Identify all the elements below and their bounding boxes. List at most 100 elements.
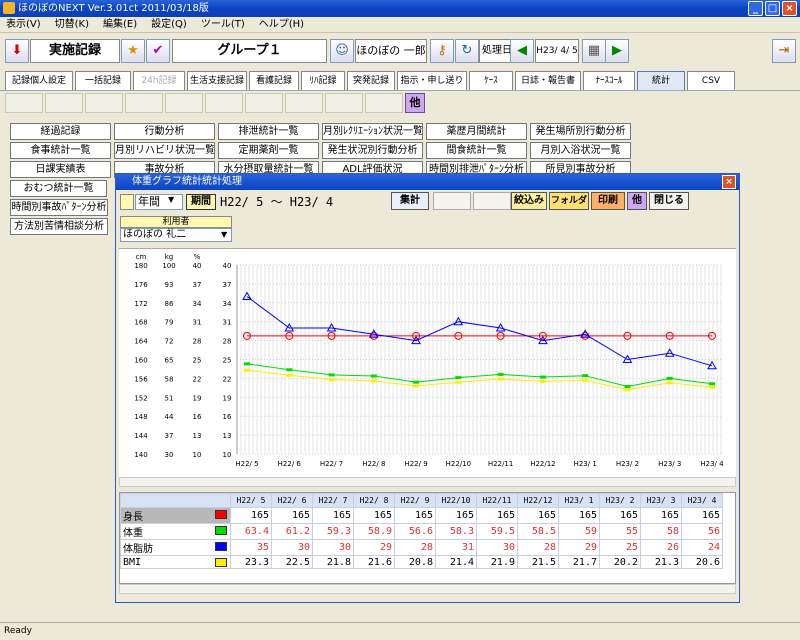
tab-0[interactable]: 記録個人設定 (5, 71, 73, 91)
other-button[interactable]: 他 (405, 93, 425, 113)
tab-7[interactable]: 指示・申し送り (397, 71, 467, 91)
function-button[interactable]: 薬歴月間統計 (426, 123, 527, 140)
data-point (413, 380, 420, 384)
x-tick-label: H22/ 8 (362, 460, 385, 468)
tick-label: 25 (223, 357, 232, 365)
menu-tools[interactable]: ツール(T) (201, 19, 245, 30)
table-scrollbar[interactable] (119, 584, 736, 594)
row-label-cell: 体重 (120, 523, 231, 540)
tick-label: 10 (223, 451, 232, 459)
value-cell: 21.4 (435, 555, 477, 569)
maximize-icon[interactable]: □ (765, 1, 780, 16)
tick-label: 16 (193, 413, 202, 421)
value-cell: 21.5 (517, 555, 559, 569)
menu-edit[interactable]: 編集(E) (103, 19, 137, 30)
function-button[interactable]: 食事統計一覧 (10, 142, 111, 159)
status-text: Ready (4, 626, 32, 636)
tick-label: 160 (134, 357, 147, 365)
column-header: H22/ 7 (312, 493, 354, 508)
tab-5[interactable]: ﾘﾊ記録 (301, 71, 345, 91)
tick-label: 180 (134, 262, 147, 270)
data-point (582, 378, 589, 382)
tab-10[interactable]: ﾅｰｽｺｰﾙ (583, 71, 635, 91)
chevron-down-icon[interactable]: ▼ (221, 230, 227, 239)
dialog-close-icon[interactable]: × (722, 175, 736, 189)
print-button[interactable]: 印刷 (591, 192, 625, 210)
axis-unit-label: cm (136, 253, 147, 261)
main-toolbar: ⬇ 実施記録 ★ ✔ グループ１ ☺ ほのぼの 一郎 ⚷ ↻ 処理日 ◀ H23… (0, 36, 800, 66)
arrow-right-icon[interactable]: ▶ (605, 39, 629, 63)
tick-label: 168 (134, 319, 147, 327)
x-tick-label: H23/ 2 (616, 460, 639, 468)
tick-label: 22 (223, 375, 232, 383)
function-button[interactable]: 月別リハビリ状況一覧 (114, 142, 215, 159)
tab-1[interactable]: 一括記録 (75, 71, 131, 91)
process-date[interactable]: H23/ 4/ 5 (535, 39, 579, 63)
tab-3[interactable]: 生活支援記録 (187, 71, 247, 91)
tab-11[interactable]: 統計 (637, 71, 685, 91)
close-button[interactable]: 閉じる (649, 192, 689, 210)
tick-label: 28 (223, 338, 232, 346)
tick-label: 40 (223, 262, 232, 270)
arrow-down-icon[interactable]: ⬇ (5, 39, 29, 63)
star-icon[interactable]: ★ (121, 39, 145, 63)
row-label-cell: BMI (120, 555, 231, 569)
refresh-icon[interactable]: ↻ (455, 39, 479, 63)
tab-4[interactable]: 看護記録 (249, 71, 299, 91)
function-button[interactable]: 月別入浴状況一覧 (530, 142, 631, 159)
chart-scrollbar[interactable] (119, 477, 736, 487)
blank-button[interactable] (473, 192, 511, 210)
tab-8[interactable]: ｹｰｽ (469, 71, 513, 91)
arrow-left-icon[interactable]: ◀ (510, 39, 534, 63)
user-select[interactable]: ほのぼの 礼二 (120, 228, 232, 242)
other-dialog-button[interactable]: 他 (627, 192, 647, 210)
tab-12[interactable]: CSV (687, 71, 735, 91)
menu-help[interactable]: ヘルプ(H) (259, 19, 304, 30)
menu-switch[interactable]: 切替(K) (55, 19, 89, 30)
tab-6[interactable]: 突発記録 (347, 71, 395, 91)
function-button[interactable]: 方法別苦情相談分析 (10, 218, 108, 235)
function-button[interactable]: 定期薬剤一覧 (218, 142, 319, 159)
exit-icon[interactable]: ⇥ (772, 39, 796, 63)
value-cell: 165 (230, 507, 272, 524)
function-button[interactable]: おむつ統計一覧 (10, 180, 107, 197)
chart-area: cm kg% 180 176 172 168 164 160 156 152 148 144 140 10… (119, 248, 736, 483)
menu-settings[interactable]: 設定(Q) (151, 19, 187, 30)
function-button[interactable]: 日課実績表 (10, 161, 111, 178)
key-icon[interactable]: ⚷ (430, 39, 454, 63)
column-header: H22/ 8 (353, 493, 395, 508)
blank-button[interactable] (433, 192, 471, 210)
sub-slot (365, 93, 403, 113)
function-button[interactable]: 発生状況別行動分析 (322, 142, 423, 159)
tick-label: 164 (134, 338, 148, 346)
chevron-down-icon[interactable]: ▼ (168, 195, 174, 204)
tab-2[interactable]: 24h記録 (133, 71, 185, 91)
function-button[interactable]: 間食統計一覧 (426, 142, 527, 159)
aggregate-button[interactable]: 集計 (391, 192, 429, 210)
function-button[interactable]: 月別ﾚｸﾘｴｰｼｮﾝ状況一覧 (322, 123, 423, 140)
period-button[interactable]: 期間 (186, 194, 216, 210)
tick-label: 10 (193, 451, 202, 459)
checkbox-icon[interactable]: ✔ (146, 39, 170, 63)
value-cell: 26 (640, 539, 682, 556)
users-icon[interactable]: ☺ (330, 39, 354, 63)
minimize-icon[interactable]: _ (748, 1, 763, 16)
period-unit-select[interactable]: 年間 (135, 194, 183, 210)
calendar-icon[interactable]: ▦ (582, 39, 606, 63)
app-title-bar: ほのぼのNEXT Ver.3.01ct 2011/03/18版 _ □ × (0, 0, 800, 17)
folder-button[interactable]: フォルダ (549, 192, 589, 210)
close-icon[interactable]: × (782, 1, 797, 16)
table-header-row: H22/ 5 H22/ 6 H22/ 7 H22/ 8 H22/ 9 H22/10 H22/… (120, 493, 723, 508)
function-button[interactable]: 時間別事故ﾊﾟﾀｰﾝ分析 (10, 199, 108, 216)
function-button[interactable]: 発生場所別行動分析 (530, 123, 631, 140)
function-button[interactable]: 経過記録 (10, 123, 111, 140)
function-button[interactable]: 排泄統計一覧 (218, 123, 319, 140)
sub-slot (125, 93, 163, 113)
function-button[interactable]: 行動分析 (114, 123, 215, 140)
menu-view[interactable]: 表示(V) (6, 19, 41, 30)
tick-label: 140 (134, 451, 147, 459)
value-cell: 58.9 (353, 523, 395, 540)
tab-9[interactable]: 日誌・報告書 (515, 71, 581, 91)
filter-button[interactable]: 絞込み (511, 192, 547, 210)
app-logo-icon (3, 2, 15, 14)
